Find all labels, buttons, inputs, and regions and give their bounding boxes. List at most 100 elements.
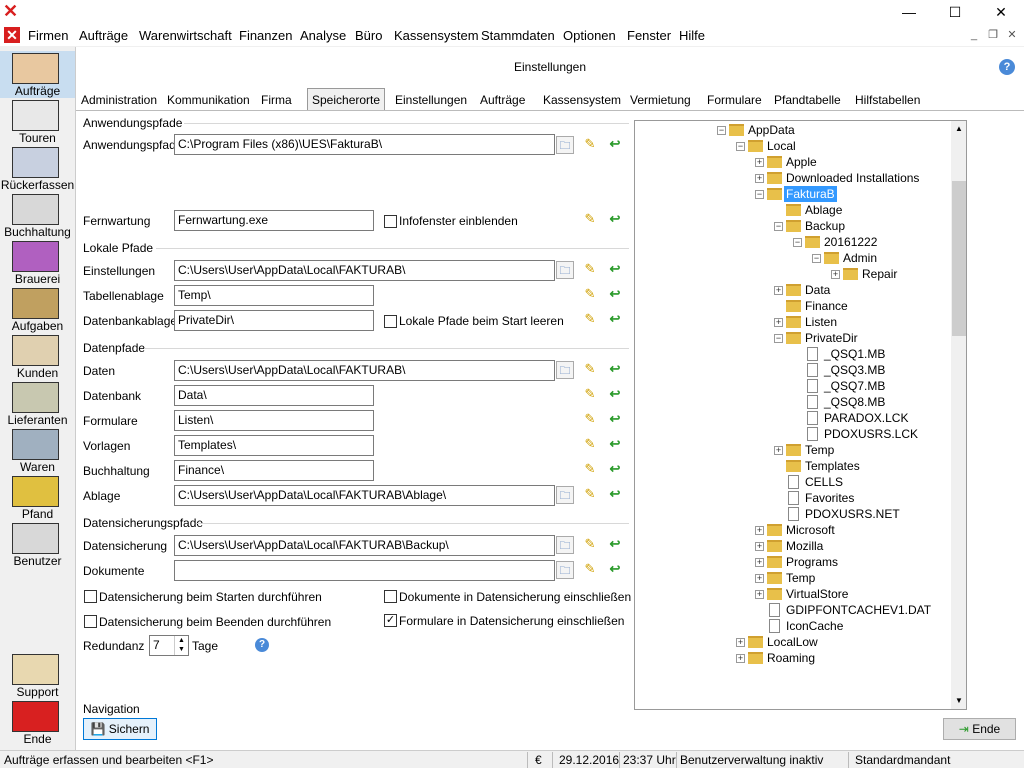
expand-icon[interactable]: + [774, 286, 783, 295]
redundanz-stepper[interactable]: 7 ▲ ▼ [149, 635, 189, 656]
expand-icon[interactable]: + [755, 542, 764, 551]
tree-node[interactable]: + VirtualStore [635, 586, 950, 602]
menu-item-2[interactable]: Aufträge [79, 28, 128, 43]
expand-icon[interactable]: + [755, 574, 764, 583]
expand-icon[interactable]: + [774, 318, 783, 327]
pencil-icon[interactable]: ✎ [581, 485, 599, 503]
expand-icon[interactable]: + [755, 158, 764, 167]
info-icon[interactable]: ? [255, 638, 269, 652]
end-backup-checkbox[interactable] [84, 615, 97, 628]
dokumente-field[interactable] [174, 560, 555, 581]
expand-icon[interactable]: + [736, 654, 745, 663]
anwendungspfad-field[interactable]: C:\Program Files (x86)\UES\FakturaB\ [174, 134, 555, 155]
daten-row-field[interactable]: Finance\ [174, 460, 374, 481]
tree-node[interactable]: _QSQ8.MB [635, 394, 950, 410]
browse-icon[interactable]: 🗀 [556, 561, 574, 579]
pencil-icon[interactable]: ✎ [581, 410, 599, 428]
daten-row-field[interactable]: Data\ [174, 385, 374, 406]
browse-icon[interactable]: 🗀 [556, 361, 574, 379]
close-button[interactable]: ✕ [978, 0, 1024, 24]
tree-node[interactable]: + Mozilla [635, 538, 950, 554]
collapse-icon[interactable]: − [717, 126, 726, 135]
minimize-button[interactable]: — [886, 0, 932, 24]
pencil-icon[interactable]: ✎ [581, 360, 599, 378]
tree-node[interactable]: + Repair [635, 266, 950, 282]
tab-4[interactable]: Speicherorte [307, 88, 386, 110]
dokumente-backup-checkbox[interactable] [384, 590, 397, 603]
tab-6[interactable]: Aufträge [475, 88, 530, 110]
sidebar-item-5[interactable]: Brauerei [0, 239, 75, 286]
tree-node[interactable]: − Local [635, 138, 950, 154]
tree-node[interactable]: Ablage [635, 202, 950, 218]
menu-item-9[interactable]: Optionen [563, 28, 616, 43]
sidebar-item-6[interactable]: Aufgaben [0, 286, 75, 333]
scroll-down-icon[interactable]: ▼ [951, 693, 966, 709]
tree-node[interactable]: Templates [635, 458, 950, 474]
tree-node[interactable]: + Programs [635, 554, 950, 570]
expand-icon[interactable]: + [755, 558, 764, 567]
sidebar-item-11[interactable]: Benutzer [0, 521, 75, 568]
reset-icon[interactable]: ↩ [606, 410, 624, 428]
reset-icon[interactable]: ↩ [606, 485, 624, 503]
infofenster-checkbox[interactable] [384, 215, 397, 228]
reset-icon[interactable]: ↩ [606, 460, 624, 478]
menu-item-3[interactable]: Warenwirtschaft [139, 28, 232, 43]
tree-node[interactable]: − FakturaB [635, 186, 950, 202]
reset-icon[interactable]: ↩ [606, 210, 624, 228]
pencil-icon[interactable]: ✎ [581, 135, 599, 153]
tab-7[interactable]: Kassensystem [538, 88, 626, 110]
tree-node[interactable]: − Admin [635, 250, 950, 266]
sidebar-item-2[interactable]: Touren [0, 98, 75, 145]
reset-icon[interactable]: ↩ [606, 535, 624, 553]
collapse-icon[interactable]: − [755, 190, 764, 199]
tree-node[interactable]: Finance [635, 298, 950, 314]
scroll-up-icon[interactable]: ▲ [951, 121, 966, 137]
tree-node[interactable]: − 20161222 [635, 234, 950, 250]
collapse-icon[interactable]: − [793, 238, 802, 247]
tree-node[interactable]: GDIPFONTCACHEV1.DAT [635, 602, 950, 618]
tree-node[interactable]: + Downloaded Installations [635, 170, 950, 186]
tree-node[interactable]: − PrivateDir [635, 330, 950, 346]
tree-node[interactable]: Favorites [635, 490, 950, 506]
browse-icon[interactable]: 🗀 [556, 261, 574, 279]
tree-node[interactable]: − Backup [635, 218, 950, 234]
tree-node[interactable]: _QSQ1.MB [635, 346, 950, 362]
expand-icon[interactable]: + [755, 590, 764, 599]
expand-icon[interactable]: + [736, 638, 745, 647]
tree-node[interactable]: + Temp [635, 570, 950, 586]
pencil-icon[interactable]: ✎ [581, 535, 599, 553]
tab-5[interactable]: Einstellungen [390, 88, 472, 110]
tree-node[interactable]: + Apple [635, 154, 950, 170]
pencil-icon[interactable]: ✎ [581, 260, 599, 278]
browse-icon[interactable]: 🗀 [556, 136, 574, 154]
tab-1[interactable]: Administration [76, 88, 162, 110]
daten-row-field[interactable]: Listen\ [174, 410, 374, 431]
daten-row-field[interactable]: C:\Users\User\AppData\Local\FAKTURAB\Abl… [174, 485, 555, 506]
daten-row-field[interactable]: Templates\ [174, 435, 374, 456]
tab-9[interactable]: Formulare [702, 88, 767, 110]
sidebar-item-3[interactable]: Rückerfassen [0, 145, 75, 192]
collapse-icon[interactable]: − [812, 254, 821, 263]
tree-node[interactable]: − AppData [635, 122, 950, 138]
sidebar-item-9[interactable]: Waren [0, 427, 75, 474]
tab-11[interactable]: Hilfstabellen [850, 88, 925, 110]
collapse-icon[interactable]: − [774, 222, 783, 231]
sidebar-bottom-item-1[interactable]: Support [0, 652, 75, 699]
mdi-app-icon[interactable]: ✕ [4, 27, 20, 43]
sidebar-item-4[interactable]: Buchhaltung [0, 192, 75, 239]
tree-node[interactable]: CELLS [635, 474, 950, 490]
sichern-button[interactable]: 💾 Sichern [83, 718, 157, 740]
expand-icon[interactable]: + [755, 174, 764, 183]
folder-tree[interactable]: ▲ ▼ − AppData − Local + Apple + Downloaded Inst… [634, 120, 967, 710]
expand-icon[interactable]: + [774, 446, 783, 455]
tree-node[interactable]: PDOXUSRS.NET [635, 506, 950, 522]
tree-node[interactable]: PARADOX.LCK [635, 410, 950, 426]
menu-item-5[interactable]: Analyse [300, 28, 346, 43]
reset-icon[interactable]: ↩ [606, 385, 624, 403]
stepper-arrows-icon[interactable]: ▲ ▼ [174, 636, 188, 655]
sidebar-item-1[interactable]: Aufträge [0, 51, 75, 98]
menu-item-10[interactable]: Fenster [627, 28, 671, 43]
menu-item-6[interactable]: Büro [355, 28, 382, 43]
tree-node[interactable]: _QSQ3.MB [635, 362, 950, 378]
tree-node[interactable]: PDOXUSRS.LCK [635, 426, 950, 442]
